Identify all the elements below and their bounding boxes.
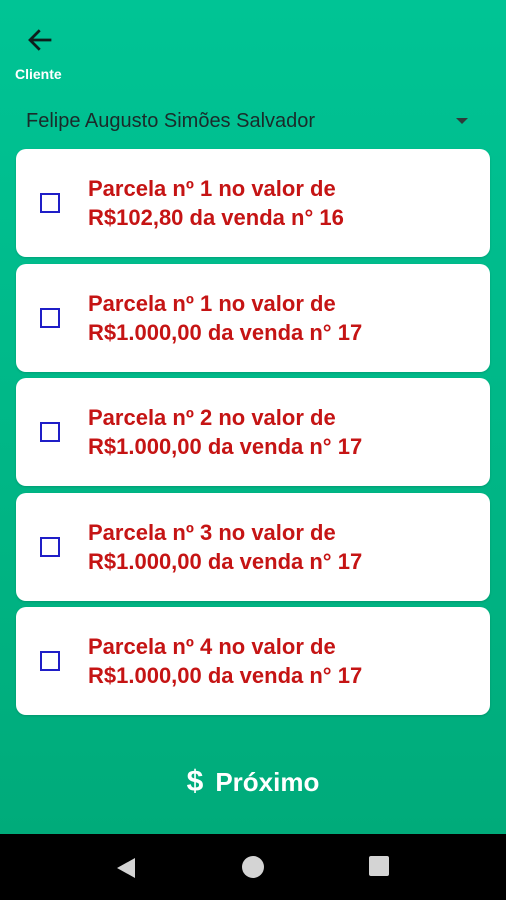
installment-card: Parcela nº 1 no valor de R$102,80 da ven… [16, 149, 490, 257]
installment-line-1: Parcela nº 3 no valor de [88, 519, 336, 545]
installment-line-1: Parcela nº 4 no valor de [88, 634, 336, 659]
nav-home-icon[interactable] [242, 856, 264, 878]
screen: Cliente Felipe Augusto Simões Salvador P… [0, 0, 506, 900]
next-button[interactable]: $ Próximo [0, 752, 506, 812]
installment-card: Parcela nº 2 no valor de R$1.000,00 da v… [16, 378, 490, 486]
installment-list: Parcela nº 1 no valor de R$102,80 da ven… [16, 149, 490, 722]
installment-line-1: Parcela nº 1 no valor de [88, 176, 336, 201]
installment-text: Parcela nº 4 no valor de R$1.000,00 da v… [88, 632, 478, 690]
customer-select[interactable]: Felipe Augusto Simões Salvador [16, 98, 490, 144]
system-navigation-bar [0, 834, 506, 900]
installment-line-2: R$1.000,00 da venda n° 17 [88, 663, 363, 688]
installment-text: Parcela nº 3 no valor de R$1.000,00 da v… [88, 518, 478, 576]
installment-checkbox[interactable] [40, 536, 60, 557]
installment-card: Parcela nº 4 no valor de R$1.000,00 da v… [16, 607, 490, 715]
installment-card: Parcela nº 1 no valor de R$1.000,00 da v… [16, 263, 490, 372]
installment-checkbox[interactable] [40, 651, 60, 671]
chevron-down-icon [456, 118, 468, 124]
installment-line-2: R$1.000,00 da venda n° 17 [88, 548, 363, 574]
installment-text: Parcela nº 1 no valor de R$102,80 da ven… [88, 174, 478, 232]
installment-checkbox[interactable] [40, 193, 60, 213]
back-label: Cliente [15, 66, 62, 82]
installment-text: Parcela nº 2 no valor de R$1.000,00 da v… [88, 403, 478, 461]
installment-checkbox[interactable] [40, 422, 60, 442]
installment-line-1: Parcela nº 2 no valor de [88, 405, 336, 430]
nav-recents-icon[interactable] [369, 856, 389, 876]
customer-select-value: Felipe Augusto Simões Salvador [26, 109, 316, 132]
installment-line-2: R$1.000,00 da venda n° 17 [88, 434, 363, 459]
installment-line-1: Parcela nº 1 no valor de [88, 290, 336, 316]
installment-card: Parcela nº 3 no valor de R$1.000,00 da v… [16, 492, 490, 601]
next-button-label: Próximo [215, 766, 320, 797]
nav-back-icon[interactable] [115, 857, 137, 879]
installment-line-2: R$102,80 da venda n° 16 [88, 205, 344, 230]
arrow-left-icon [28, 29, 52, 51]
installment-checkbox[interactable] [40, 307, 60, 328]
installment-line-2: R$1.000,00 da venda n° 17 [88, 319, 363, 345]
installment-text: Parcela nº 1 no valor de R$1.000,00 da v… [88, 289, 478, 347]
dollar-icon: $ [186, 765, 204, 798]
back-button[interactable] [22, 24, 58, 56]
